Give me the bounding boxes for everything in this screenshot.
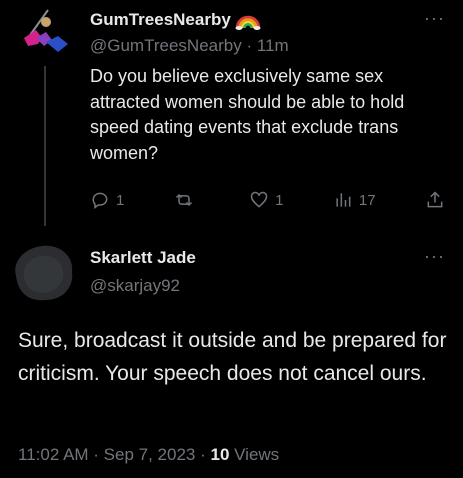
reply-icon [92, 192, 108, 209]
retweet-button[interactable] [174, 190, 200, 210]
reply-count: 1 [116, 191, 125, 209]
original-tweet-avatar[interactable] [18, 8, 74, 60]
original-tweet-author[interactable]: GumTreesNearby [90, 10, 261, 30]
thread-connector-line [44, 66, 46, 226]
original-tweet-meta: @GumTreesNearby · 11m [90, 36, 289, 56]
rainbow-icon [235, 15, 261, 30]
reply-tweet-timestamp[interactable]: 11:02 AM · Sep 7, 2023 · [18, 445, 210, 464]
original-tweet-action-bar: 1 1 17 [90, 190, 445, 210]
meta-separator: · [246, 36, 253, 55]
original-tweet-display-name[interactable]: GumTreesNearby [90, 10, 231, 30]
retweet-icon [175, 193, 192, 207]
share-button[interactable] [425, 190, 445, 210]
views-count: 17 [358, 191, 376, 209]
reply-tweet-text: Sure, broadcast it outside and be prepar… [18, 329, 447, 385]
original-tweet-handle[interactable]: @GumTreesNearby [90, 36, 242, 55]
like-button[interactable]: 1 [249, 190, 284, 210]
original-tweet-more-button[interactable]: ··· [424, 8, 445, 29]
reply-tweet-views-label: Views [229, 445, 280, 464]
original-tweet-text: Do you believe exclusively same sex attr… [90, 66, 405, 163]
heart-icon [250, 191, 268, 208]
reply-tweet-handle[interactable]: @skarjay92 [90, 276, 180, 296]
reply-tweet-meta: 11:02 AM · Sep 7, 2023 · 10 Views [18, 445, 279, 465]
share-icon [427, 191, 443, 208]
reply-tweet-avatar[interactable] [8, 242, 80, 304]
reply-tweet-views-number: 10 [210, 445, 230, 464]
original-tweet-time[interactable]: 11m [257, 36, 289, 55]
like-count: 1 [275, 191, 284, 209]
views-button[interactable]: 17 [333, 190, 376, 210]
reply-button[interactable]: 1 [90, 190, 124, 210]
analytics-icon [336, 193, 351, 207]
reply-tweet-display-name[interactable]: Skarlett Jade [90, 248, 196, 268]
reply-tweet-more-button[interactable]: ··· [424, 246, 445, 267]
